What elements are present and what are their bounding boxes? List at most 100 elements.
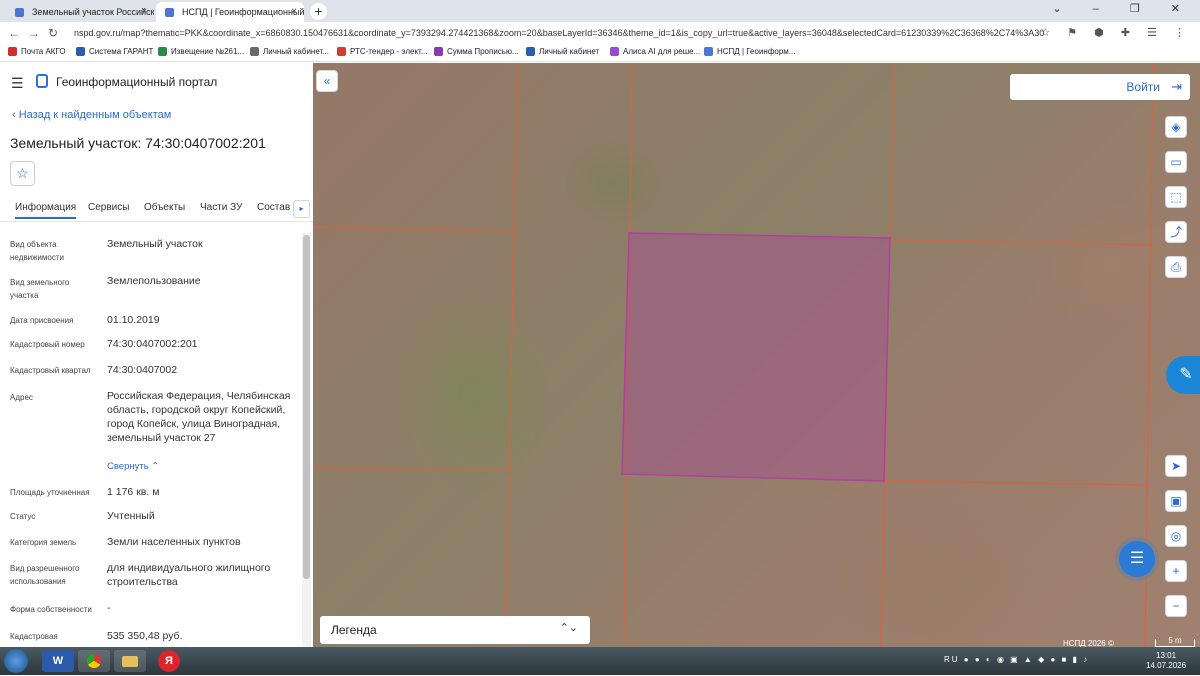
- bookmark-favicon-icon: [250, 47, 259, 56]
- share-icon[interactable]: ⤴: [1165, 221, 1187, 243]
- yandex-browser-icon[interactable]: Я: [158, 650, 180, 672]
- close-tab-icon[interactable]: ×: [291, 2, 297, 22]
- attr-value: 74:30:0407002: [107, 364, 178, 376]
- attr-key: Кадастровый квартал: [10, 366, 91, 375]
- word-app-icon[interactable]: W: [42, 650, 74, 672]
- site-favicon-icon: [165, 8, 174, 17]
- address-bar-row: ← → ↻ nspd.gov.ru/map?thematic=PKK&coord…: [0, 22, 1200, 44]
- attr-key: Вид земельного участка: [10, 278, 70, 300]
- tab-objects[interactable]: Объекты: [144, 202, 185, 213]
- attr-key: Адрес: [10, 393, 33, 402]
- bookmark-favicon-icon: [8, 47, 17, 56]
- bookmark-item[interactable]: Личный кабинет...: [250, 47, 329, 56]
- close-tab-icon[interactable]: ×: [141, 2, 147, 22]
- attr-value: для индивидуального жилищного строительс…: [107, 562, 271, 588]
- tab-information[interactable]: Информация: [15, 202, 77, 219]
- attr-key: Вид объекта недвижимости: [10, 240, 64, 262]
- window-controls[interactable]: ⌄ – ❐ ✕: [1052, 2, 1194, 15]
- bookmark-favicon-icon: [704, 47, 713, 56]
- parcel-boundary-line: [889, 239, 1154, 246]
- back-arrow-icon[interactable]: ←: [8, 26, 20, 40]
- bookmark-item[interactable]: Алиса AI для реше...: [610, 47, 700, 56]
- object-title: Земельный участок: 74:30:0407002:201: [10, 135, 266, 151]
- tab-composition[interactable]: Состав: [257, 202, 290, 213]
- selected-parcel-polygon: [621, 232, 891, 482]
- bookmarks-bar: Почта АКГО Система ГАРАНТ Извещение №261…: [0, 44, 1200, 62]
- attr-value: 1 176 кв. м: [107, 486, 160, 498]
- browser-tab-nspd[interactable]: НСПД | Геоинформационный п... ×: [156, 2, 304, 22]
- bookmark-favicon-icon: [158, 47, 167, 56]
- forward-arrow-icon[interactable]: →: [28, 26, 40, 40]
- attr-key: Кадастровая стоимость: [10, 632, 58, 647]
- browser-tab-strip: Земельный участок Российская... × НСПД |…: [0, 0, 1200, 22]
- attr-value: Земельный участок: [107, 238, 203, 250]
- zoom-out-button[interactable]: −: [1165, 595, 1187, 617]
- attr-value: Учтенный: [107, 510, 155, 522]
- bookmark-favicon-icon: [526, 47, 535, 56]
- attr-value: 74:30:0407002:201: [107, 338, 198, 350]
- chevron-up-down-icon: ⌃⌄: [559, 622, 578, 634]
- bookmark-item[interactable]: Извещение №261...: [158, 47, 244, 56]
- bookmark-item[interactable]: Почта АКГО: [8, 47, 66, 56]
- portal-title: Геоинформационный портал: [56, 75, 218, 89]
- parcel-boundary-line: [313, 467, 507, 470]
- login-button[interactable]: Войти ⇥: [1010, 74, 1190, 100]
- bookmark-item[interactable]: Личный кабинет: [526, 47, 599, 56]
- url-field[interactable]: nspd.gov.ru/map?thematic=PKK&coordinate_…: [74, 25, 1044, 42]
- chevron-left-icon: ‹: [12, 109, 19, 121]
- address-value: Российская Федерация, Челябинская област…: [107, 390, 291, 444]
- legend-dropdown[interactable]: Легенда ⌃⌄: [320, 616, 590, 644]
- portal-logo-icon: [36, 74, 48, 88]
- toolbar-icons[interactable]: ☆ ⚑ ⬢ ✚ ☰ ⋮: [1040, 26, 1192, 39]
- bookmark-favicon-icon: [434, 47, 443, 56]
- explorer-app-icon[interactable]: [114, 650, 146, 672]
- panel-scroll-thumb[interactable]: [303, 235, 310, 579]
- favorite-star-button[interactable]: ☆: [10, 161, 35, 186]
- windows-taskbar: W Я RU ● ● ◐ ◉ ▣ ▲ ◆ ● ■ ▮ ♪ 13:01 14.07…: [0, 647, 1200, 675]
- attr-value: Земли населенных пунктов: [107, 536, 241, 548]
- select-area-icon[interactable]: ⬚: [1165, 186, 1187, 208]
- back-to-results-link[interactable]: ‹ Назад к найденным объектам: [12, 109, 171, 121]
- reload-icon[interactable]: ↻: [48, 26, 58, 40]
- basemap-icon[interactable]: ▣: [1165, 490, 1187, 512]
- new-tab-button[interactable]: +: [310, 3, 327, 20]
- info-tabs: Информация Сервисы Объекты Части ЗУ Сост…: [0, 198, 313, 222]
- menu-icon[interactable]: ☰: [11, 75, 24, 92]
- geo-search-icon[interactable]: ◎: [1165, 525, 1187, 547]
- locate-icon[interactable]: ➤: [1165, 455, 1187, 477]
- parcel-boundary-line: [883, 480, 1149, 486]
- side-widget-button[interactable]: ✎: [1166, 356, 1200, 394]
- ruler-icon[interactable]: ▭: [1165, 151, 1187, 173]
- collapse-link[interactable]: Свернуть ⌃: [107, 461, 159, 472]
- bookmark-favicon-icon: [610, 47, 619, 56]
- cadastral-boundaries: [313, 63, 1154, 647]
- login-icon: ⇥: [1171, 79, 1182, 94]
- chrome-app-icon[interactable]: [78, 650, 110, 672]
- attr-key: Категория земель: [10, 538, 77, 547]
- tab-services[interactable]: Сервисы: [88, 202, 129, 213]
- attr-value: 535 350,48 руб.: [107, 630, 183, 642]
- layers-icon[interactable]: ◈: [1165, 116, 1187, 138]
- collapse-panel-button[interactable]: «: [316, 70, 338, 92]
- bookmark-favicon-icon: [76, 47, 85, 56]
- bookmark-item[interactable]: НСПД | Геоинформ...: [704, 47, 795, 56]
- map-scale-bar: 5 m: [1155, 637, 1195, 647]
- bookmark-item[interactable]: РТС-тендер - элект...: [337, 47, 427, 56]
- bookmark-item[interactable]: Сумма Прописью...: [434, 47, 519, 56]
- attr-value: -: [107, 602, 111, 614]
- zoom-in-button[interactable]: +: [1165, 560, 1187, 582]
- bookmark-favicon-icon: [337, 47, 346, 56]
- start-button[interactable]: [4, 649, 28, 673]
- parcel-boundary-line: [504, 63, 519, 647]
- system-tray[interactable]: RU ● ● ◐ ◉ ▣ ▲ ◆ ● ■ ▮ ♪: [944, 655, 1089, 664]
- attr-value: Землепользование: [107, 275, 201, 287]
- tabs-scroll-right-button[interactable]: ▸: [293, 200, 310, 218]
- print-icon[interactable]: ⎙: [1165, 256, 1187, 278]
- tab-parts[interactable]: Части ЗУ: [200, 202, 242, 213]
- map-view[interactable]: « Войти ⇥ ◈ ▭ ⬚ ⤴ ⎙ ✎ ➤ ▣ ◎ ☰ + − Легенд…: [313, 63, 1200, 647]
- taskbar-clock[interactable]: 13:01 14.07.2026: [1146, 651, 1186, 671]
- bookmark-item[interactable]: Система ГАРАНТ: [76, 47, 153, 56]
- browser-tab-land-plot[interactable]: Земельный участок Российская... ×: [6, 2, 154, 22]
- attr-key: Площадь уточненная: [10, 488, 90, 497]
- chat-button[interactable]: ☰: [1119, 541, 1155, 577]
